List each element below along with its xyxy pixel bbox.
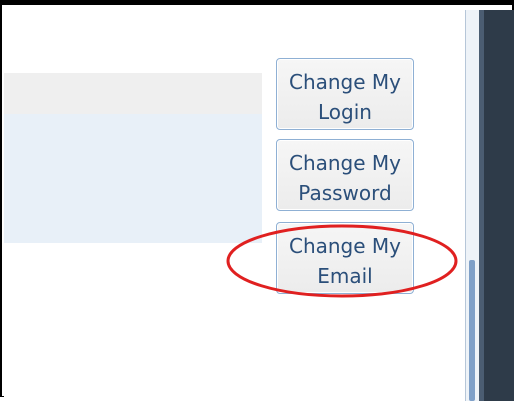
vertical-scrollbar[interactable] (465, 10, 479, 401)
details-panel (4, 114, 262, 243)
change-email-line1: Change My (288, 234, 402, 258)
scrollbar-thumb[interactable] (469, 260, 475, 401)
adjacent-window-inner (484, 10, 514, 401)
adjacent-window-edge (479, 10, 514, 401)
content-pane: Change My Login Change My Password Chang… (4, 10, 465, 401)
change-password-button[interactable]: Change My Password (276, 139, 414, 211)
change-login-button[interactable]: Change My Login (276, 58, 414, 130)
change-login-line2: Login (318, 100, 372, 124)
change-email-line2: Email (317, 264, 373, 288)
change-login-line1: Change My (288, 70, 402, 94)
window-frame: Change My Login Change My Password Chang… (0, 0, 514, 401)
header-strip (4, 73, 262, 114)
change-password-line2: Password (298, 181, 392, 205)
change-email-button[interactable]: Change My Email (276, 222, 414, 294)
change-password-line1: Change My (288, 151, 402, 175)
